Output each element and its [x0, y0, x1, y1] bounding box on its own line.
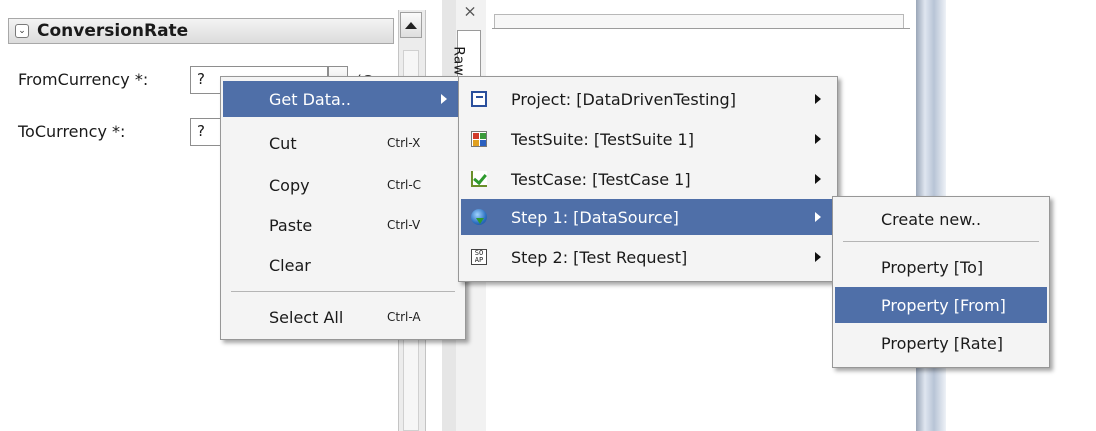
property-submenu: Create new.. Property [To] Property [Fro…	[832, 196, 1050, 368]
menu-item-property-rate[interactable]: Property [Rate]	[835, 325, 1047, 361]
editor-divider	[492, 28, 910, 29]
panel-title: ConversionRate	[37, 21, 189, 41]
datasource-icon	[471, 209, 487, 225]
menu-item-paste[interactable]: Paste Ctrl-V	[223, 207, 463, 243]
menu-separator	[843, 241, 1039, 242]
menu-item-label: Property [From]	[881, 295, 1006, 315]
submenu-arrow-icon	[815, 134, 821, 144]
menu-separator	[231, 291, 455, 292]
menu-item-copy[interactable]: Copy Ctrl-C	[223, 167, 463, 203]
menu-item-select-all[interactable]: Select All Ctrl-A	[223, 299, 463, 335]
fromcurrency-label: FromCurrency *:	[18, 70, 149, 89]
menu-item-get-data[interactable]: Get Data..	[223, 81, 463, 117]
tab-raw-label: Raw	[450, 46, 467, 76]
menu-item-cut[interactable]: Cut Ctrl-X	[223, 125, 463, 161]
shortcut-label: Ctrl-X	[387, 136, 421, 150]
menu-item-label: Step 2: [Test Request]	[511, 247, 688, 267]
menu-item-label: Project: [DataDrivenTesting]	[511, 89, 736, 109]
menu-item-label: Get Data..	[269, 89, 351, 109]
menu-item-property-from[interactable]: Property [From]	[835, 287, 1047, 323]
menu-item-label: Create new..	[881, 209, 982, 229]
menu-item-step2-request[interactable]: SO AP Step 2: [Test Request]	[461, 239, 835, 275]
editor-toolbar	[494, 14, 904, 28]
menu-item-label: Property [Rate]	[881, 333, 1003, 353]
context-menu: Get Data.. Cut Ctrl-X Copy Ctrl-C Paste …	[220, 76, 466, 340]
menu-item-create-new[interactable]: Create new..	[835, 201, 1047, 237]
menu-item-label: TestSuite: [TestSuite 1]	[511, 129, 694, 149]
menu-item-project[interactable]: Project: [DataDrivenTesting]	[461, 81, 835, 117]
close-icon[interactable]: ×	[461, 5, 480, 18]
collapse-icon[interactable]: ⌄	[15, 24, 29, 38]
menu-item-label: Step 1: [DataSource]	[511, 207, 679, 227]
menu-item-label: Clear	[269, 255, 311, 275]
get-data-submenu: Project: [DataDrivenTesting] TestSuite: …	[458, 76, 838, 282]
submenu-arrow-icon	[815, 252, 821, 262]
menu-item-label: Property [To]	[881, 257, 984, 277]
shortcut-label: Ctrl-C	[387, 178, 422, 192]
menu-item-label: Copy	[269, 175, 310, 195]
tocurrency-label: ToCurrency *:	[18, 122, 126, 141]
menu-item-testsuite[interactable]: TestSuite: [TestSuite 1]	[461, 121, 835, 157]
shortcut-label: Ctrl-V	[387, 218, 421, 232]
menu-item-label: Select All	[269, 307, 344, 327]
menu-item-label: TestCase: [TestCase 1]	[511, 169, 691, 189]
shortcut-label: Ctrl-A	[387, 310, 421, 324]
testsuite-icon	[471, 131, 487, 147]
submenu-arrow-icon	[815, 212, 821, 222]
menu-item-label: Paste	[269, 215, 313, 235]
up-arrow-icon	[405, 21, 417, 29]
menu-item-property-to[interactable]: Property [To]	[835, 249, 1047, 285]
soap-request-icon: SO AP	[471, 249, 487, 265]
menu-item-clear[interactable]: Clear	[223, 247, 463, 283]
testcase-icon	[471, 171, 487, 187]
submenu-arrow-icon	[441, 94, 447, 104]
conversionrate-header[interactable]: ⌄ ConversionRate	[8, 18, 394, 44]
menu-item-testcase[interactable]: TestCase: [TestCase 1]	[461, 161, 835, 197]
submenu-arrow-icon	[815, 174, 821, 184]
menu-item-label: Cut	[269, 133, 297, 153]
submenu-arrow-icon	[815, 94, 821, 104]
scroll-up-button[interactable]	[400, 12, 422, 38]
project-icon	[471, 91, 487, 107]
menu-item-step1-datasource[interactable]: Step 1: [DataSource]	[461, 199, 835, 235]
